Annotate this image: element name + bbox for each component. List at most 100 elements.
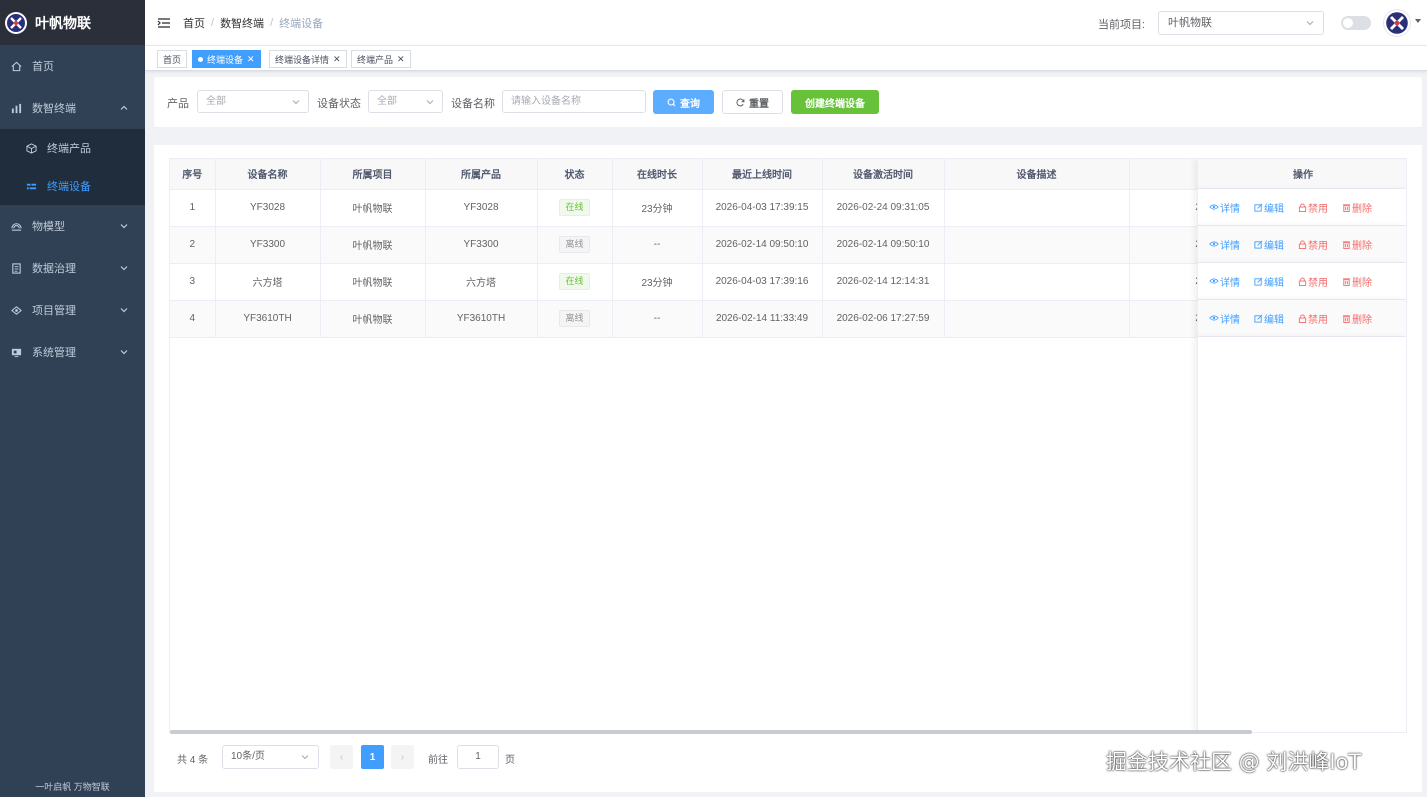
- tag-terminal-device[interactable]: 终端设备 ✕: [192, 50, 261, 68]
- page-suffix: 页: [505, 755, 515, 766]
- chevron-down-icon: [120, 224, 128, 229]
- sidebar-item-label: 系统管理: [32, 347, 76, 359]
- trash-icon: [1342, 203, 1351, 212]
- chevron-down-icon: [426, 100, 434, 105]
- project-select[interactable]: 叶帆物联: [1158, 11, 1324, 35]
- page-size-select[interactable]: 10条/页: [222, 745, 319, 769]
- col-description: 设备描述: [944, 159, 1130, 190]
- project-label: 当前项目:: [1098, 19, 1146, 31]
- create-device-button[interactable]: 创建终端设备: [791, 90, 879, 114]
- delete-link[interactable]: 删除: [1342, 274, 1372, 289]
- goto-label: 前往: [428, 755, 448, 766]
- detail-link[interactable]: 详情: [1209, 274, 1240, 289]
- avatar[interactable]: [1383, 9, 1411, 37]
- pagination: 共 4 条 10条/页 ‹ 1 › 前往 1 页: [169, 745, 769, 769]
- trash-icon: [1342, 277, 1351, 286]
- breadcrumb-home[interactable]: 首页: [183, 15, 205, 31]
- prev-page-button[interactable]: ‹: [330, 745, 353, 769]
- model-icon: [10, 220, 22, 232]
- sidebar-item-data[interactable]: 数据治理: [0, 247, 145, 289]
- product-select[interactable]: 全部: [197, 90, 309, 113]
- table-row: 4 YF3610TH 叶帆物联 YF3610TH 离线 -- 2026-02-1…: [170, 300, 1250, 338]
- watermark: 掘金技术社区 @ 刘洪峰IoT: [1106, 750, 1362, 774]
- detail-link[interactable]: 详情: [1209, 311, 1240, 326]
- eye-icon: [1209, 240, 1219, 248]
- delete-link[interactable]: 删除: [1342, 237, 1372, 252]
- table-row: 2 YF3300 叶帆物联 YF3300 离线 -- 2026-02-14 09…: [170, 226, 1250, 264]
- device-name-input[interactable]: [502, 90, 646, 113]
- sidebar-item-project[interactable]: 项目管理: [0, 289, 145, 331]
- lock-icon: [1298, 239, 1307, 249]
- chevron-down-icon: [1306, 21, 1314, 26]
- query-button[interactable]: 查询: [653, 90, 714, 114]
- theme-toggle[interactable]: [1341, 16, 1371, 30]
- operations-column-fill: [1197, 337, 1406, 732]
- close-icon[interactable]: ✕: [333, 54, 341, 65]
- delete-link[interactable]: 删除: [1342, 311, 1372, 326]
- trash-icon: [1342, 314, 1351, 323]
- edit-link[interactable]: 编辑: [1254, 311, 1284, 326]
- chevron-left-icon: ‹: [339, 751, 344, 763]
- disable-link[interactable]: 禁用: [1298, 200, 1328, 215]
- logo-icon: [5, 11, 27, 34]
- disable-link[interactable]: 禁用: [1298, 274, 1328, 289]
- horizontal-scrollbar[interactable]: [170, 730, 1252, 734]
- sidebar-item-terminal-device[interactable]: 终端设备: [0, 167, 145, 205]
- edit-icon: [1254, 240, 1263, 249]
- sidebar-item-label: 物模型: [32, 221, 65, 233]
- app-title: 叶帆物联: [35, 14, 91, 31]
- delete-link[interactable]: 删除: [1342, 200, 1372, 215]
- tag-home[interactable]: 首页: [157, 50, 188, 68]
- row-actions: 详情 编辑 禁用 删除: [1197, 263, 1406, 300]
- disable-link[interactable]: 禁用: [1298, 237, 1328, 252]
- sidebar-item-terminal[interactable]: 数智终端: [0, 87, 145, 129]
- data-icon: [10, 262, 22, 274]
- eye-icon: [1209, 314, 1219, 322]
- row-actions: 详情 编辑 禁用 删除: [1197, 226, 1406, 263]
- disable-link[interactable]: 禁用: [1298, 311, 1328, 326]
- page-number-current[interactable]: 1: [361, 745, 384, 769]
- sidebar-item-system[interactable]: 系统管理: [0, 331, 145, 373]
- status-select[interactable]: 全部: [368, 90, 443, 113]
- tag-terminal-device-detail[interactable]: 终端设备详情 ✕: [269, 50, 347, 68]
- sidebar-item-model[interactable]: 物模型: [0, 205, 145, 247]
- eye-icon: [1209, 277, 1219, 285]
- sidebar-item-label: 终端设备: [47, 181, 91, 193]
- logo[interactable]: 叶帆物联: [0, 0, 145, 45]
- tags-view: 首页 终端设备 ✕ 终端设备详情 ✕ 终端产品 ✕: [145, 45, 1427, 71]
- name-label: 设备名称: [451, 98, 495, 110]
- table-card: 序号 设备名称 所属项目 所属产品 状态 在线时长 最近上线时间 设备激活时间 …: [154, 145, 1422, 792]
- edit-icon: [1254, 314, 1263, 323]
- edit-link[interactable]: 编辑: [1254, 274, 1284, 289]
- sidebar-footer: 一叶启帆 万物智联: [35, 782, 110, 792]
- edit-icon: [1254, 277, 1263, 286]
- table-header-row: 序号 设备名称 所属项目 所属产品 状态 在线时长 最近上线时间 设备激活时间 …: [170, 159, 1250, 190]
- filter-card: 产品 全部 设备状态 全部 设备名称 查询 重置 创建终端设备: [154, 77, 1422, 127]
- reset-button[interactable]: 重置: [722, 90, 783, 114]
- col-index: 序号: [170, 159, 216, 190]
- edit-link[interactable]: 编辑: [1254, 237, 1284, 252]
- pagination-total: 共 4 条: [177, 755, 209, 766]
- hamburger-icon[interactable]: [157, 16, 171, 30]
- edit-link[interactable]: 编辑: [1254, 200, 1284, 215]
- breadcrumb-terminal[interactable]: 数智终端: [220, 15, 264, 31]
- row-actions: 详情 编辑 禁用 删除: [1197, 189, 1406, 226]
- chevron-down-icon: [301, 755, 309, 760]
- caret-down-icon[interactable]: [1415, 19, 1421, 23]
- tag-terminal-product[interactable]: 终端产品 ✕: [351, 50, 411, 68]
- lock-icon: [1298, 202, 1307, 212]
- product-label: 产品: [167, 98, 189, 110]
- detail-link[interactable]: 详情: [1209, 200, 1240, 215]
- chevron-down-icon: [292, 100, 300, 105]
- table-row: 1 YF3028 叶帆物联 YF3028 在线 23分钟 2026-04-03 …: [170, 189, 1250, 227]
- sidebar-item-terminal-product[interactable]: 终端产品: [0, 129, 145, 167]
- close-icon[interactable]: ✕: [397, 54, 405, 65]
- detail-link[interactable]: 详情: [1209, 237, 1240, 252]
- next-page-button[interactable]: ›: [391, 745, 414, 769]
- close-icon[interactable]: ✕: [247, 54, 255, 65]
- col-activated: 设备激活时间: [822, 159, 945, 190]
- sidebar-item-home[interactable]: 首页: [0, 45, 145, 87]
- goto-page-input[interactable]: 1: [457, 745, 499, 769]
- col-device-name: 设备名称: [215, 159, 321, 190]
- device-icon: [25, 180, 37, 192]
